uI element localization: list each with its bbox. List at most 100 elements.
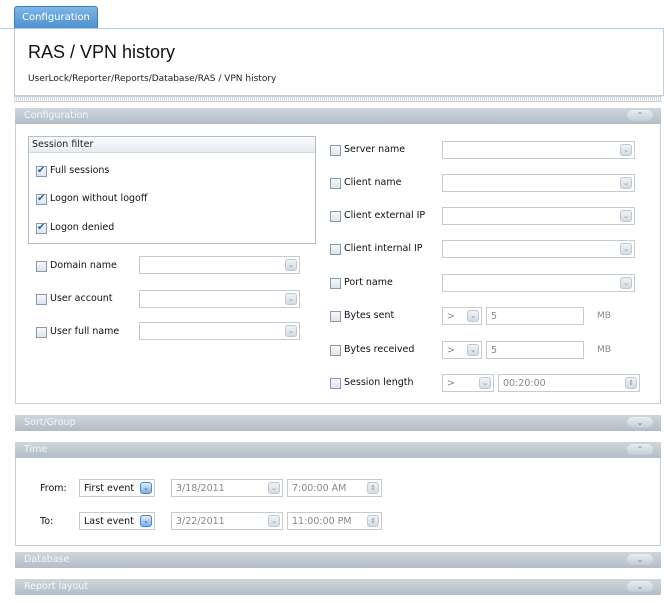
spinner-icon[interactable]: ⇕ <box>625 377 637 389</box>
to-mode-select[interactable]: Last event ⌄ <box>79 512 155 530</box>
date-value: 3/18/2011 <box>176 483 225 494</box>
date-value: 3/22/2011 <box>176 516 225 527</box>
bytes-received-unit: MB <box>597 345 611 355</box>
client-external-ip-select[interactable]: ⌄ <box>442 207 635 225</box>
to-date-picker[interactable]: 3/22/2011 ⌄ <box>171 512 283 530</box>
time-value: 11:00:00 PM <box>292 516 352 527</box>
client-external-ip-checkbox[interactable] <box>330 211 341 222</box>
time-panel <box>15 458 661 546</box>
client-internal-ip-checkbox[interactable] <box>330 244 341 255</box>
from-label: From: <box>40 483 67 494</box>
select-value: Last event <box>84 516 134 527</box>
domain-name-select[interactable]: ⌄ <box>139 256 300 274</box>
section-report-layout-header[interactable]: Report layout ⌄ <box>15 579 661 595</box>
port-name-label: Port name <box>344 277 393 288</box>
chevron-down-icon[interactable]: ⌄ <box>620 210 632 222</box>
chevron-down-icon[interactable]: ⌄ <box>467 344 479 356</box>
user-account-select[interactable]: ⌄ <box>139 290 300 308</box>
section-sort-group-header[interactable]: Sort/Group ⌄ <box>15 415 661 431</box>
session-length-operator[interactable]: > ⌄ <box>442 374 494 392</box>
chevron-down-icon[interactable]: ⌄ <box>268 482 280 494</box>
chevron-down-icon[interactable]: ⌄ <box>479 377 491 389</box>
full-sessions-checkbox[interactable] <box>36 165 47 177</box>
page-title: RAS / VPN history <box>28 42 176 62</box>
section-title: Database <box>24 554 70 565</box>
chevron-down-icon[interactable]: ⌄ <box>285 259 297 271</box>
chevron-down-icon[interactable]: ⌄ <box>140 482 152 494</box>
bytes-sent-checkbox[interactable] <box>330 311 341 322</box>
client-name-label: Client name <box>344 177 402 188</box>
user-full-name-checkbox[interactable] <box>36 327 47 338</box>
to-label: To: <box>40 516 54 527</box>
logon-denied-checkbox[interactable] <box>36 222 47 234</box>
input-value: 00:20:00 <box>503 378 546 389</box>
server-name-select[interactable]: ⌄ <box>442 141 635 159</box>
bytes-sent-operator[interactable]: > ⌄ <box>442 307 482 325</box>
chevron-down-icon[interactable]: ⌄ <box>467 310 479 322</box>
chevron-down-icon[interactable]: ⌄ <box>620 243 632 255</box>
port-name-select[interactable]: ⌄ <box>442 274 635 292</box>
user-account-label: User account <box>50 293 113 304</box>
spinner-icon[interactable]: ⇕ <box>367 515 379 527</box>
chevron-down-icon[interactable]: ⌄ <box>140 515 152 527</box>
section-title: Sort/Group <box>24 417 76 428</box>
bytes-received-value-input[interactable]: 5 <box>486 341 584 359</box>
tab-configuration[interactable]: Configuration <box>14 6 98 29</box>
chevron-down-icon[interactable]: ⌄ <box>627 581 653 592</box>
logon-denied-label: Logon denied <box>50 222 115 233</box>
chevron-down-icon[interactable]: ⌄ <box>620 144 632 156</box>
select-value: First event <box>84 483 135 494</box>
time-value: 7:00:00 AM <box>292 483 347 494</box>
operator-value: > <box>447 378 455 389</box>
bytes-sent-unit: MB <box>597 311 611 321</box>
from-time-input[interactable]: 7:00:00 AM ⇕ <box>287 479 382 497</box>
bytes-received-label: Bytes received <box>344 344 415 355</box>
session-length-checkbox[interactable] <box>330 378 341 389</box>
chevron-down-icon[interactable]: ⌄ <box>620 277 632 289</box>
logon-without-logoff-label: Logon without logoff <box>50 193 148 204</box>
server-name-label: Server name <box>344 144 406 155</box>
input-value: 5 <box>491 311 498 322</box>
bytes-received-checkbox[interactable] <box>330 345 341 356</box>
port-name-checkbox[interactable] <box>330 278 341 289</box>
chevron-down-icon[interactable]: ⌄ <box>285 293 297 305</box>
operator-value: > <box>447 345 455 356</box>
server-name-checkbox[interactable] <box>330 145 341 156</box>
chevron-down-icon[interactable]: ⌄ <box>627 417 653 428</box>
bytes-sent-value-input[interactable]: 5 <box>486 307 584 325</box>
header-divider <box>14 96 662 102</box>
domain-name-checkbox[interactable] <box>36 261 47 272</box>
session-length-label: Session length <box>344 377 414 388</box>
chevron-up-icon[interactable]: ⌃ <box>627 110 653 121</box>
section-configuration-header[interactable]: Configuration ⌃ <box>15 108 661 124</box>
session-length-value-input[interactable]: 00:20:00 ⇕ <box>498 374 640 392</box>
section-title: Report layout <box>24 581 89 592</box>
section-database-header[interactable]: Database ⌄ <box>15 552 661 568</box>
to-time-input[interactable]: 11:00:00 PM ⇕ <box>287 512 382 530</box>
input-value: 5 <box>491 345 498 356</box>
section-title: Time <box>24 444 48 455</box>
user-full-name-label: User full name <box>50 326 120 337</box>
breadcrumb: UserLock/Reporter/Reports/Database/RAS /… <box>28 74 277 84</box>
from-mode-select[interactable]: First event ⌄ <box>79 479 155 497</box>
user-account-checkbox[interactable] <box>36 294 47 305</box>
section-title: Configuration <box>24 110 89 121</box>
spinner-icon[interactable]: ⇕ <box>367 482 379 494</box>
operator-value: > <box>447 311 455 322</box>
from-date-picker[interactable]: 3/18/2011 ⌄ <box>171 479 283 497</box>
chevron-down-icon[interactable]: ⌄ <box>268 515 280 527</box>
section-time-header[interactable]: Time ⌃ <box>15 442 661 458</box>
client-name-select[interactable]: ⌄ <box>442 174 635 192</box>
bytes-received-operator[interactable]: > ⌄ <box>442 341 482 359</box>
chevron-down-icon[interactable]: ⌄ <box>620 177 632 189</box>
logon-without-logoff-checkbox[interactable] <box>36 193 47 205</box>
client-internal-ip-select[interactable]: ⌄ <box>442 240 635 258</box>
client-name-checkbox[interactable] <box>330 178 341 189</box>
session-filter-title: Session filter <box>29 137 315 153</box>
chevron-up-icon[interactable]: ⌃ <box>627 444 653 455</box>
user-full-name-select[interactable]: ⌄ <box>139 322 300 340</box>
chevron-down-icon[interactable]: ⌄ <box>627 554 653 565</box>
full-sessions-label: Full sessions <box>50 165 110 176</box>
domain-name-label: Domain name <box>50 260 117 271</box>
chevron-down-icon[interactable]: ⌄ <box>285 325 297 337</box>
